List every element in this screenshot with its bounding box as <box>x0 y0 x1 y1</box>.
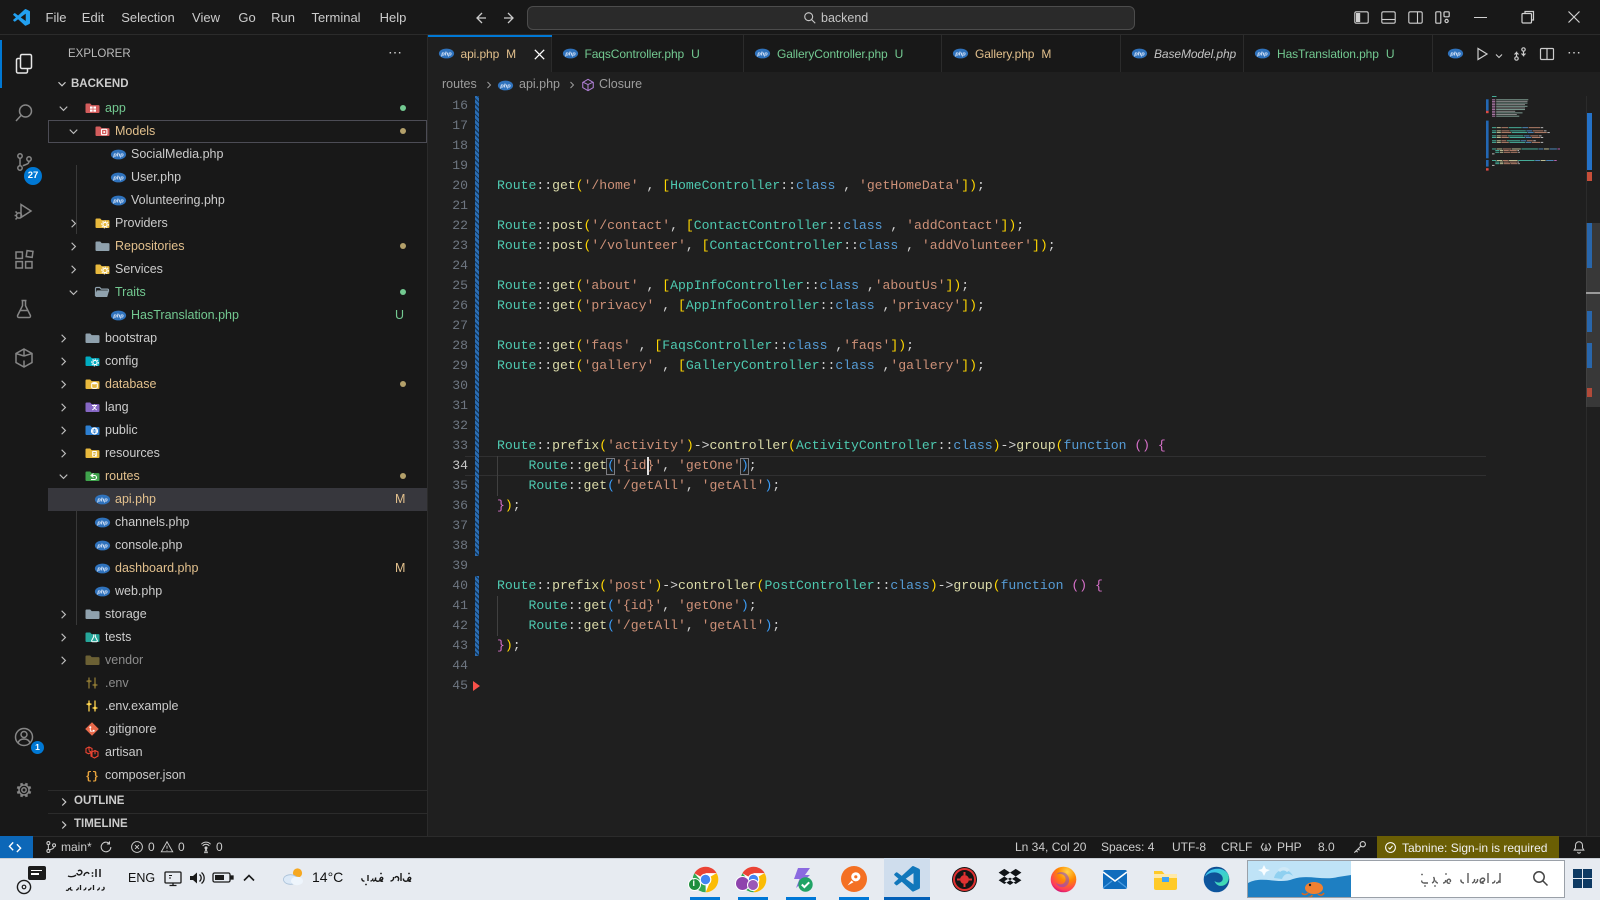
svg-text:{}: {} <box>85 771 98 783</box>
svg-text:php: php <box>96 520 108 526</box>
svg-text:php: php <box>756 52 768 58</box>
svg-text:php: php <box>1449 52 1461 58</box>
svg-text:php: php <box>112 198 124 204</box>
svg-text:php: php <box>564 52 576 58</box>
svg-text:php: php <box>96 589 108 595</box>
svg-text:php: php <box>96 566 108 572</box>
svg-text:php: php <box>96 497 108 503</box>
svg-text:php: php <box>440 52 452 58</box>
svg-text:php: php <box>112 152 124 158</box>
svg-text:php: php <box>112 313 124 319</box>
svg-text:php: php <box>1256 52 1268 58</box>
svg-text:php: php <box>499 84 511 90</box>
svg-text:php: php <box>1133 52 1145 58</box>
svg-text:php: php <box>954 52 966 58</box>
svg-text:php: php <box>112 175 124 181</box>
svg-text:php: php <box>96 543 108 549</box>
